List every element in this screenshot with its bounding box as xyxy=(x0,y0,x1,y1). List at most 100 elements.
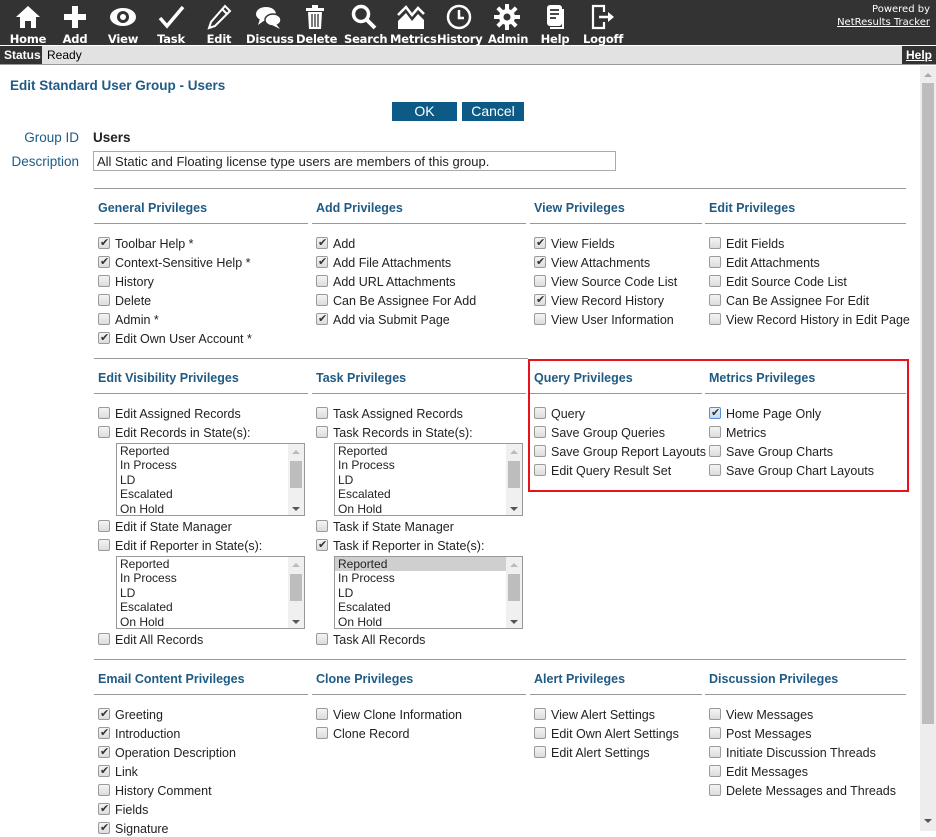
listbox-option[interactable]: Escalated xyxy=(335,600,507,614)
checkbox-checked[interactable] xyxy=(534,292,546,308)
scroll-up-arrow-icon[interactable] xyxy=(292,563,300,567)
checkbox-item[interactable]: Edit Assigned Records xyxy=(98,406,241,422)
checkbox-item[interactable]: Link xyxy=(98,763,138,780)
scroll-down-arrow-icon[interactable] xyxy=(510,620,518,624)
checkbox-item[interactable]: Post Messages xyxy=(709,726,811,742)
listbox-option[interactable]: Reported xyxy=(117,557,289,571)
checkbox-unchecked[interactable] xyxy=(316,727,328,739)
checkbox-item[interactable]: Fields xyxy=(98,801,148,818)
checkbox-item[interactable]: Task All Records xyxy=(316,632,425,648)
checkbox-unchecked[interactable] xyxy=(98,520,110,532)
listbox-option[interactable]: LD xyxy=(335,473,507,487)
state-listbox[interactable]: Reported In Process LD Escalated On Hold xyxy=(334,556,523,629)
listbox-option[interactable]: Escalated xyxy=(117,600,289,614)
state-listbox[interactable]: Reported In Process LD Escalated On Hold xyxy=(116,443,305,516)
checkbox-checked[interactable] xyxy=(98,330,110,346)
checkbox-item[interactable]: Edit Alert Settings xyxy=(534,745,650,761)
checkbox-unchecked[interactable] xyxy=(709,294,721,306)
listbox-scrollbar[interactable] xyxy=(288,557,304,628)
checkbox-item[interactable]: Delete Messages and Threads xyxy=(709,783,896,799)
listbox-option[interactable]: LD xyxy=(117,473,289,487)
listbox-option[interactable]: Escalated xyxy=(117,487,289,501)
toolbar-view-button[interactable]: View xyxy=(103,0,143,46)
checkbox-item[interactable]: View Messages xyxy=(709,707,813,723)
ok-button[interactable]: OK xyxy=(392,102,457,121)
checkbox-item[interactable]: Add xyxy=(316,235,355,252)
checkbox-item[interactable]: Add File Attachments xyxy=(316,254,451,271)
checkbox-unchecked[interactable] xyxy=(709,784,721,796)
toolbar-history-button[interactable]: History xyxy=(437,0,483,46)
checkbox-unchecked[interactable] xyxy=(709,275,721,287)
checkbox-checked[interactable] xyxy=(98,235,110,251)
listbox-option[interactable]: LD xyxy=(335,586,507,600)
scroll-up-arrow-icon[interactable] xyxy=(510,450,518,454)
toolbar-metrics-button[interactable]: Metrics xyxy=(390,0,437,46)
checkbox-checked[interactable] xyxy=(534,235,546,251)
checkbox-item[interactable]: Task if State Manager xyxy=(316,519,454,535)
checkbox-item[interactable]: Edit if Reporter in State(s): xyxy=(98,538,262,554)
checkbox-unchecked[interactable] xyxy=(709,313,721,325)
toolbar-delete-button[interactable]: Delete xyxy=(296,0,337,46)
toolbar-discuss-button[interactable]: Discuss xyxy=(246,0,294,46)
checkbox-item[interactable]: Edit Attachments xyxy=(709,255,820,271)
checkbox-item[interactable]: View Record History xyxy=(534,292,664,309)
listbox-option[interactable]: On Hold xyxy=(117,502,289,515)
checkbox-item[interactable]: View User Information xyxy=(534,312,674,328)
checkbox-unchecked[interactable] xyxy=(709,256,721,268)
scroll-up-arrow-icon[interactable] xyxy=(510,563,518,567)
checkbox-item[interactable]: View Record History in Edit Page xyxy=(709,312,910,328)
scroll-down-arrow-icon[interactable] xyxy=(292,620,300,624)
scrollbar-thumb[interactable] xyxy=(290,461,302,488)
toolbar-admin-button[interactable]: Admin xyxy=(488,0,528,46)
state-listbox[interactable]: Reported In Process LD Escalated On Hold xyxy=(334,443,523,516)
toolbar-home-button[interactable]: Home xyxy=(8,0,48,46)
page-scrollbar[interactable] xyxy=(920,66,936,831)
checkbox-item[interactable]: Edit Messages xyxy=(709,764,808,780)
checkbox-unchecked[interactable] xyxy=(709,765,721,777)
checkbox-item[interactable]: Admin * xyxy=(98,312,159,328)
checkbox-item[interactable]: Clone Record xyxy=(316,726,409,742)
listbox-scrollbar[interactable] xyxy=(288,444,304,515)
checkbox-unchecked[interactable] xyxy=(98,407,110,419)
checkbox-item[interactable]: Add via Submit Page xyxy=(316,311,450,328)
toolbar-add-button[interactable]: Add xyxy=(58,0,92,46)
checkbox-checked[interactable] xyxy=(98,763,110,779)
checkbox-unchecked[interactable] xyxy=(98,784,110,796)
checkbox-item[interactable]: Signature xyxy=(98,820,169,837)
scrollbar-thumb[interactable] xyxy=(508,461,520,488)
scroll-down-arrow-icon[interactable] xyxy=(292,507,300,511)
scrollbar-thumb[interactable] xyxy=(508,574,520,601)
listbox-option[interactable]: In Process xyxy=(335,571,507,585)
checkbox-unchecked[interactable] xyxy=(98,275,110,287)
checkbox-item[interactable]: Can Be Assignee For Add xyxy=(316,293,476,309)
toolbar-task-button[interactable]: Task xyxy=(153,0,189,46)
checkbox-unchecked[interactable] xyxy=(709,708,721,720)
listbox-option[interactable]: Reported xyxy=(335,557,507,572)
checkbox-checked[interactable] xyxy=(316,235,328,251)
checkbox-item[interactable]: History xyxy=(98,274,154,290)
checkbox-unchecked[interactable] xyxy=(98,426,110,438)
checkbox-item[interactable]: Edit if State Manager xyxy=(98,519,232,535)
description-input[interactable] xyxy=(93,151,616,171)
checkbox-checked[interactable] xyxy=(316,311,328,327)
checkbox-checked[interactable] xyxy=(98,706,110,722)
scroll-down-arrow-icon[interactable] xyxy=(924,819,932,823)
checkbox-item[interactable]: Edit Records in State(s): xyxy=(98,425,250,441)
checkbox-unchecked[interactable] xyxy=(316,426,328,438)
listbox-option[interactable]: In Process xyxy=(117,571,289,585)
checkbox-item[interactable]: View Source Code List xyxy=(534,274,677,290)
listbox-option[interactable]: Reported xyxy=(335,444,507,458)
checkbox-unchecked[interactable] xyxy=(534,727,546,739)
listbox-option[interactable]: Escalated xyxy=(335,487,507,501)
checkbox-item[interactable]: Edit Own Alert Settings xyxy=(534,726,679,742)
listbox-option[interactable]: On Hold xyxy=(117,615,289,628)
toolbar-logoff-button[interactable]: Logoff xyxy=(583,0,623,46)
checkbox-item[interactable]: Add URL Attachments xyxy=(316,274,456,290)
checkbox-unchecked[interactable] xyxy=(709,746,721,758)
checkbox-item[interactable]: Introduction xyxy=(98,725,180,742)
checkbox-checked[interactable] xyxy=(316,537,328,553)
checkbox-unchecked[interactable] xyxy=(316,407,328,419)
listbox-option[interactable]: In Process xyxy=(335,458,507,472)
checkbox-item[interactable]: Operation Description xyxy=(98,744,236,761)
scrollbar-thumb[interactable] xyxy=(922,83,934,724)
